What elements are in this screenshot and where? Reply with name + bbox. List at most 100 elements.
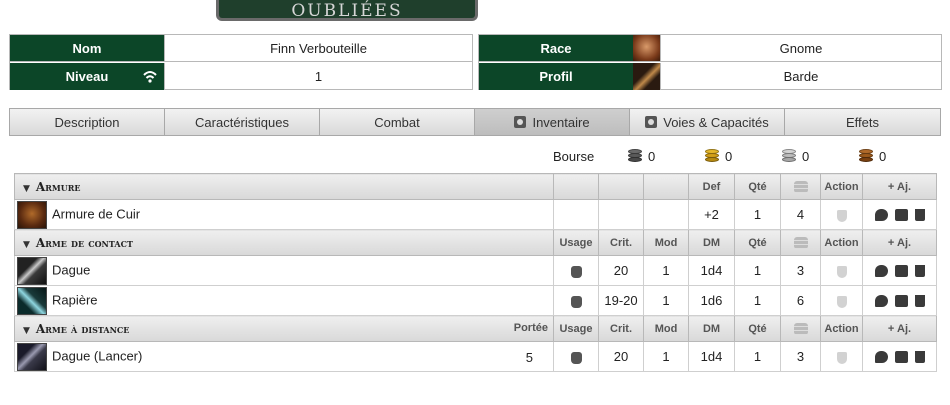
equip-toggle[interactable] — [820, 285, 863, 316]
col-weight — [780, 229, 821, 256]
dagger-icon[interactable] — [17, 256, 47, 285]
shield-icon — [836, 351, 847, 364]
item-dm: 1d6 — [688, 285, 735, 316]
item-qte[interactable]: 1 — [734, 341, 781, 372]
race-field[interactable]: Gnome — [660, 35, 941, 61]
trash-icon[interactable] — [914, 350, 925, 363]
tab-combat[interactable]: Combat — [319, 108, 475, 136]
platinum-coins-value[interactable]: 0 — [648, 149, 655, 164]
tab-caracteristiques[interactable]: Caractéristiques — [164, 108, 320, 136]
item-weight: 3 — [780, 255, 821, 286]
col-action: Action — [820, 173, 863, 200]
item-crit: 19-20 — [598, 285, 644, 316]
equip-toggle[interactable] — [820, 341, 863, 372]
weight-icon — [793, 180, 808, 193]
section-title-distance[interactable]: ▼ Arme à distance Portée — [14, 315, 554, 342]
identity-left-panel: Nom Finn Verbouteille Niveau 1 — [9, 34, 473, 90]
profil-lute-icon[interactable] — [633, 63, 660, 90]
profil-field[interactable]: Barde — [660, 63, 941, 90]
col-crit: Crit. — [598, 229, 644, 256]
section-header-armure: ▼ Armure Def Qté Action + Aj. — [14, 173, 937, 200]
nom-label: Nom — [10, 35, 164, 61]
sheet-banner: OUBLIÉES — [216, 0, 478, 21]
chat-icon[interactable] — [874, 264, 888, 277]
usage-toggle[interactable] — [553, 341, 599, 372]
equip-toggle[interactable] — [820, 199, 863, 230]
trash-icon[interactable] — [914, 294, 925, 307]
niveau-field[interactable]: 1 — [164, 63, 472, 90]
niveau-label: Niveau — [65, 69, 109, 84]
item-name-cell[interactable]: Dague — [14, 255, 554, 286]
col-def: Def — [688, 173, 735, 200]
item-qte[interactable]: 1 — [734, 255, 781, 286]
col-weight — [780, 315, 821, 342]
sheet-tabs: Description Caractéristiques Combat Inve… — [9, 108, 941, 136]
col-portee: Portée — [513, 322, 548, 334]
weight-icon — [793, 236, 808, 249]
col-qte: Qté — [734, 173, 781, 200]
usage-toggle[interactable] — [553, 285, 599, 316]
nom-field[interactable]: Finn Verbouteille — [164, 35, 472, 61]
col-action: Action — [820, 229, 863, 256]
item-mod: 1 — [643, 285, 689, 316]
tab-voies-capacites[interactable]: Voies & Capacités — [629, 108, 785, 136]
col-usage: Usage — [553, 315, 599, 342]
item-name-cell[interactable]: Rapière — [14, 285, 554, 316]
identity-right-panel: Race Gnome Profil Barde — [478, 34, 942, 90]
item-mod: 1 — [643, 255, 689, 286]
item-weight: 6 — [780, 285, 821, 316]
item-qte[interactable]: 1 — [734, 199, 781, 230]
inventory-table: ▼ Armure Def Qté Action + Aj. Armure de C… — [14, 173, 937, 372]
tab-effets[interactable]: Effets — [784, 108, 941, 136]
gold-coins-value[interactable]: 0 — [725, 149, 732, 164]
profil-label: Profil — [479, 63, 633, 90]
col-qte: Qté — [734, 229, 781, 256]
copper-coins-value[interactable]: 0 — [879, 149, 886, 164]
edit-icon[interactable] — [894, 264, 908, 277]
edit-icon[interactable] — [894, 350, 908, 363]
section-title-contact[interactable]: ▼ Arme de contact — [14, 229, 554, 256]
tab-description[interactable]: Description — [9, 108, 165, 136]
shield-icon — [836, 209, 847, 222]
add-distance-button[interactable]: + Aj. — [862, 315, 937, 342]
purse-label: Bourse — [553, 149, 595, 164]
col-mod: Mod — [643, 229, 689, 256]
equip-toggle[interactable] — [820, 255, 863, 286]
item-qte[interactable]: 1 — [734, 285, 781, 316]
item-def: +2 — [688, 199, 735, 230]
section-header-contact: ▼ Arme de contact Usage Crit. Mod DM Qté … — [14, 229, 937, 256]
throwing-dagger-icon[interactable] — [17, 342, 47, 371]
leather-armor-icon[interactable] — [17, 200, 47, 229]
usage-toggle[interactable] — [553, 255, 599, 286]
item-dm: 1d4 — [688, 255, 735, 286]
item-dm: 1d4 — [688, 341, 735, 372]
niveau-label-cell: Niveau — [10, 63, 164, 90]
rapier-icon[interactable] — [17, 286, 47, 315]
weight-icon — [793, 322, 808, 335]
silver-coins-value[interactable]: 0 — [802, 149, 809, 164]
hand-icon — [570, 295, 582, 308]
col-crit: Crit. — [598, 315, 644, 342]
col-dm: DM — [688, 315, 735, 342]
section-title-armure[interactable]: ▼ Armure — [14, 173, 554, 200]
item-portee: 5 — [525, 350, 533, 365]
copper-coins-icon — [859, 148, 873, 162]
table-row: Rapière 19-20 1 1d6 1 6 — [14, 285, 937, 316]
item-weight: 3 — [780, 341, 821, 372]
add-armure-button[interactable]: + Aj. — [862, 173, 937, 200]
race-portrait-icon[interactable] — [633, 35, 660, 61]
tab-inventaire[interactable]: Inventaire — [474, 108, 630, 136]
chat-icon[interactable] — [874, 208, 888, 221]
trash-icon[interactable] — [914, 264, 925, 277]
level-up-icon[interactable] — [142, 69, 158, 83]
edit-icon[interactable] — [894, 294, 908, 307]
chat-icon[interactable] — [874, 294, 888, 307]
item-actions — [862, 341, 937, 372]
item-name-cell[interactable]: Armure de Cuir — [14, 199, 554, 230]
item-name-cell[interactable]: Dague (Lancer) 5 — [14, 341, 554, 372]
trash-icon[interactable] — [914, 208, 925, 221]
chat-icon[interactable] — [874, 350, 888, 363]
edit-icon[interactable] — [894, 208, 908, 221]
add-contact-button[interactable]: + Aj. — [862, 229, 937, 256]
race-label: Race — [479, 35, 633, 61]
